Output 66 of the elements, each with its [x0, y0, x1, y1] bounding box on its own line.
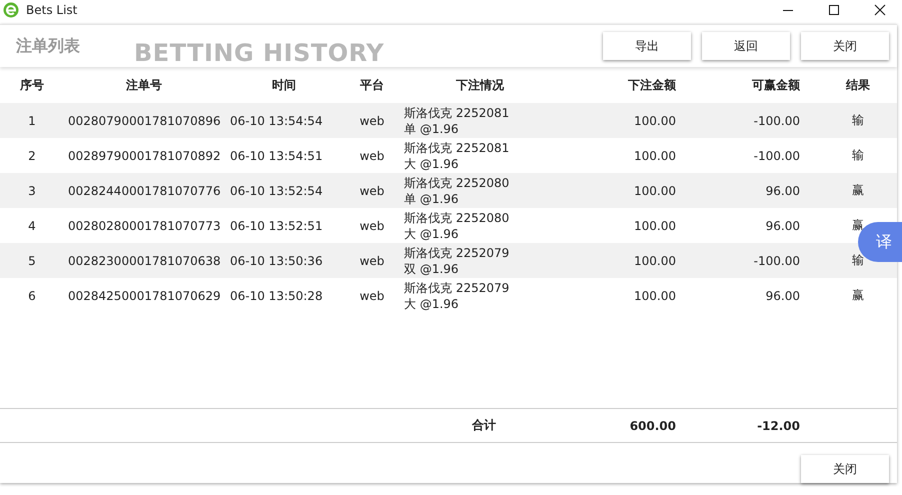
table-cell-text: 斯洛伐克 2252079 大 @1.96	[403, 280, 510, 312]
table-cell-text: 100.00	[633, 254, 676, 268]
table-cell-text: -100.00	[752, 114, 800, 128]
column-header: 可赢金额	[751, 76, 800, 94]
total-amount: 600.00	[628, 418, 676, 432]
table-cell-text: 斯洛伐克 2252080 大 @1.96	[403, 210, 510, 242]
table-cell-text: 2	[27, 148, 37, 162]
table-cell-text: 96.00	[764, 218, 800, 232]
table-cell-text: -100.00	[752, 254, 800, 268]
total-label: 合计	[471, 417, 497, 434]
table-cell-text: 100.00	[633, 218, 676, 232]
table-cell-text: -100.00	[752, 148, 800, 162]
window-title: Bets List	[26, 3, 78, 17]
table-cell-text: 06-10 13:54:54	[229, 114, 324, 128]
table-cell-text: 06-10 13:52:54	[229, 184, 324, 198]
table-cell-text: 100.00	[633, 148, 676, 162]
table-cell-text: 斯洛伐克 2252080 单 @1.96	[403, 174, 510, 206]
table-cell-text: 06-10 13:50:28	[229, 288, 324, 302]
table-cell-text: web	[358, 254, 386, 268]
table-cell-text: 96.00	[764, 288, 800, 302]
table-cell-text: 100.00	[633, 184, 676, 198]
table-cell-text: 00284250001781070629	[67, 288, 222, 302]
header-button[interactable]: 导出	[603, 32, 691, 60]
table-cell-text: 赢	[851, 182, 865, 199]
header-button[interactable]: 返回	[702, 32, 790, 60]
table-cell-text: 赢	[851, 287, 865, 304]
table-cell-text: 00282300001781070638	[67, 254, 222, 268]
column-header: 下注金额	[627, 76, 676, 94]
table-cell-text: 06-10 13:54:51	[229, 148, 324, 162]
table-cell-text: 3	[27, 184, 37, 198]
column-header: 注单号	[125, 76, 163, 94]
table-cell-text: 输	[851, 112, 865, 129]
column-header: 序号	[19, 76, 45, 94]
table-cell-text: web	[358, 218, 386, 232]
table-cell-text: 00280280001781070773	[67, 218, 222, 232]
header-button[interactable]: 关闭	[801, 32, 889, 60]
table-cell-text: 100.00	[633, 114, 676, 128]
column-header: 平台	[359, 76, 385, 94]
table-cell-text: 斯洛伐克 2252079 双 @1.96	[403, 244, 510, 276]
close-icon[interactable]	[874, 4, 886, 16]
page-title: 注单列表	[16, 36, 80, 56]
table-cell-text: 100.00	[633, 288, 676, 302]
close-button[interactable]: 关闭	[801, 455, 889, 483]
table-cell-text: web	[358, 148, 386, 162]
table-cell-text: 06-10 13:52:51	[229, 218, 324, 232]
table-cell-text: 00280790001781070896	[67, 114, 222, 128]
table-cell-text: 4	[27, 218, 37, 232]
backdrop-heading: BETTING HISTORY	[134, 39, 384, 67]
table-cell-text: 6	[27, 288, 37, 302]
table-cell-text: web	[358, 184, 386, 198]
total-win: -12.00	[756, 418, 800, 432]
column-header: 时间	[271, 76, 297, 94]
table-cell-text: 96.00	[764, 184, 800, 198]
table-cell-text: 斯洛伐克 2252081 单 @1.96	[403, 104, 510, 136]
table-cell-text: 斯洛伐克 2252081 大 @1.96	[403, 140, 510, 172]
table-cell-text: 00289790001781070892	[67, 148, 222, 162]
table-cell-text: 1	[27, 114, 37, 128]
column-header: 下注情况	[455, 76, 505, 94]
table-cell-text: 5	[27, 254, 37, 268]
table-cell-text: 输	[851, 147, 865, 164]
table-cell-text: 00282440001781070776	[67, 184, 222, 198]
table-cell-text: web	[358, 114, 386, 128]
table-cell-text: 06-10 13:50:36	[229, 254, 324, 268]
table-cell-text: web	[358, 288, 386, 302]
maximize-icon[interactable]	[828, 4, 840, 16]
column-header: 结果	[844, 76, 871, 94]
